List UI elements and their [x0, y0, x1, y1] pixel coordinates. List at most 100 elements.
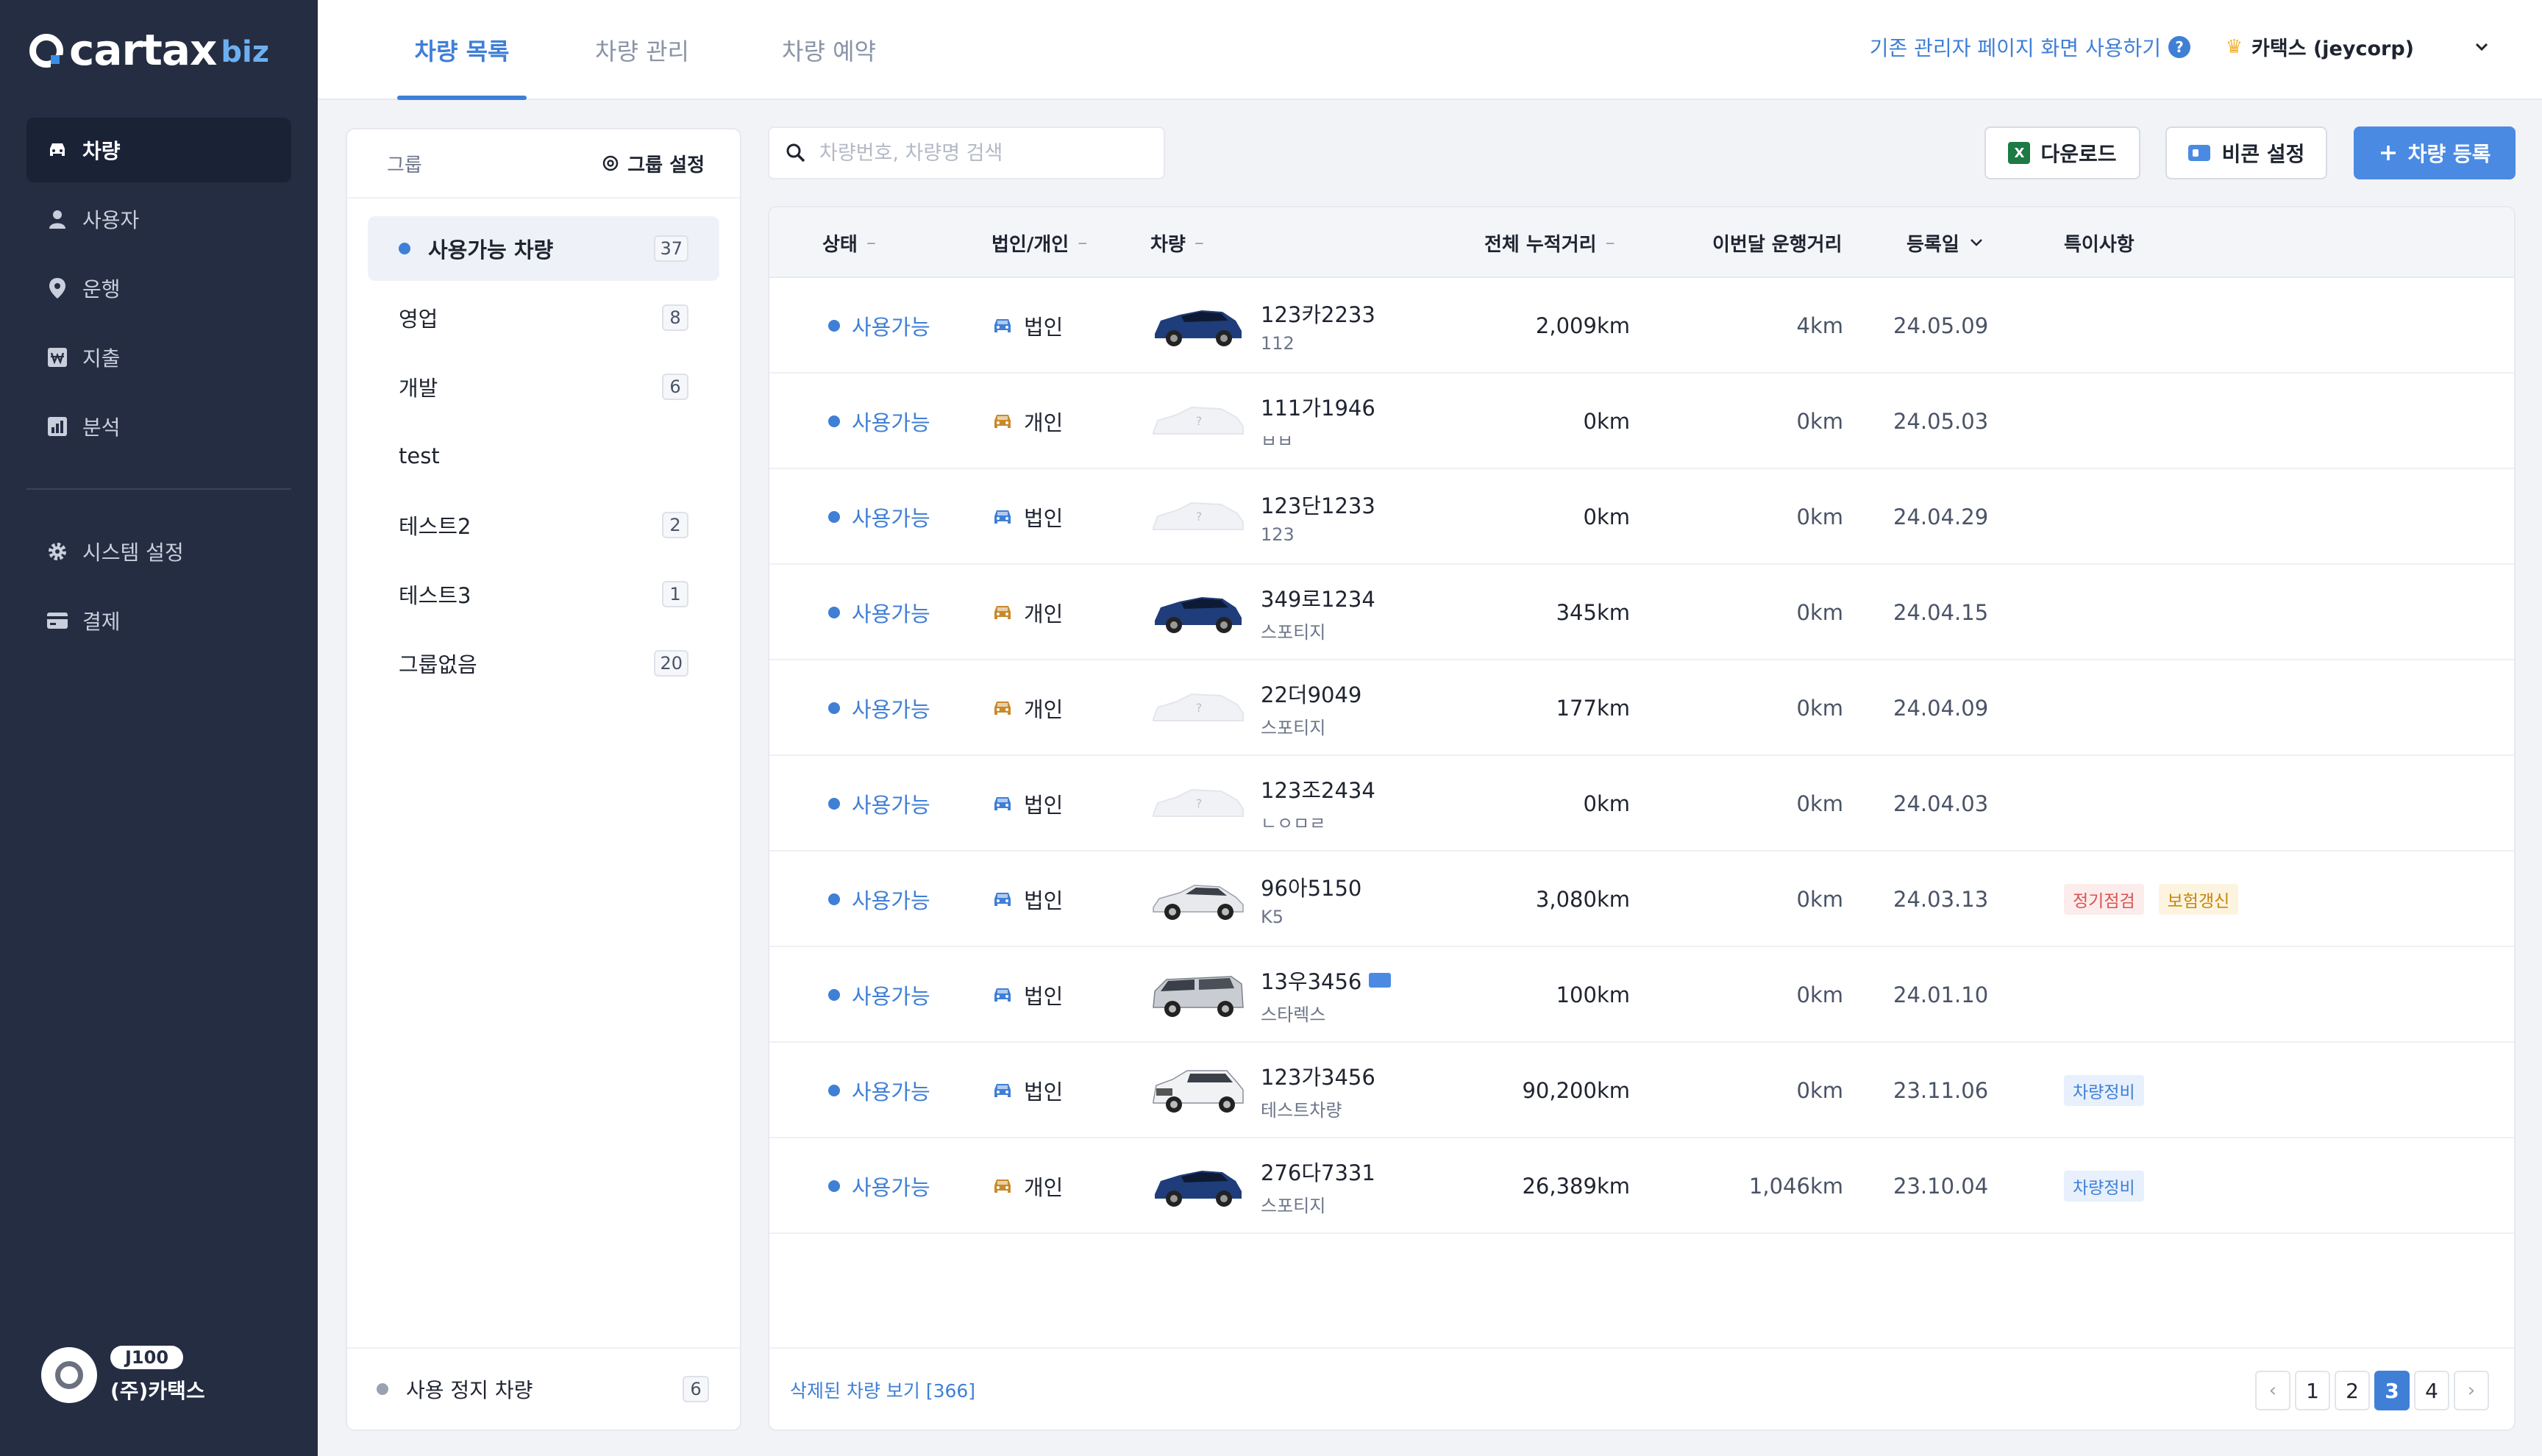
column-month-distance[interactable]: 이번달 운행거리: [1712, 207, 1843, 278]
deleted-vehicles-link[interactable]: 삭제된 차량 보기 [366]: [790, 1349, 975, 1430]
status-label: 사용가능: [852, 410, 930, 435]
status-dot: [828, 607, 840, 618]
group-item-test2[interactable]: 테스트2 2: [368, 493, 719, 557]
table-row[interactable]: 사용가능 법인 13우3456 스타렉스 100km 0km 24.01.10: [769, 947, 2514, 1043]
column-status[interactable]: 상태 –: [822, 207, 876, 278]
vehicle-model: 스포티지: [1261, 717, 1326, 738]
group-item-available[interactable]: 사용가능 차량 37: [368, 216, 719, 281]
status-cell: 사용가능: [828, 660, 930, 756]
page-1[interactable]: 1: [2295, 1371, 2330, 1410]
download-button[interactable]: X 다운로드: [1984, 126, 2140, 179]
sidebar-item-trips[interactable]: 운행: [26, 256, 291, 321]
status-label: 사용가능: [852, 315, 930, 340]
vehicle-cell[interactable]: ? 111가1946 ㅂㅂ: [1150, 374, 1375, 469]
owner-type-cell: 개인: [991, 660, 1063, 756]
vehicle-thumbnail: ?: [1150, 391, 1261, 452]
vehicle-cell[interactable]: ? 123단1233 123: [1150, 469, 1375, 565]
won-icon: [47, 347, 68, 368]
table-row[interactable]: 사용가능 법인? 123조2434 ㄴㅇㅁㄹ 0km 0km 24.04.03: [769, 756, 2514, 852]
prev-page-button[interactable]: ‹: [2255, 1371, 2290, 1410]
vehicle-cell[interactable]: 349로1234 스포티지: [1150, 565, 1375, 660]
table-row[interactable]: 사용가능 개인? 22더9049 스포티지 177km 0km 24.04.09: [769, 660, 2514, 756]
status-cell: 사용가능: [828, 565, 930, 660]
sidebar-item-expenses[interactable]: 지출: [26, 325, 291, 390]
vehicle-thumbnail: ?: [1150, 774, 1261, 835]
vehicle-thumbnail: [1150, 296, 1261, 357]
vehicle-cell[interactable]: ? 22더9049 스포티지: [1150, 660, 1361, 756]
table-row[interactable]: 사용가능 개인 349로1234 스포티지 345km 0km 24.04.15: [769, 565, 2514, 660]
help-icon[interactable]: ?: [2168, 36, 2190, 58]
group-item-sales[interactable]: 영업 8: [368, 285, 719, 350]
logo-mark-icon: [29, 34, 64, 68]
owner-type-cell: 법인: [991, 278, 1063, 374]
sidebar-account[interactable]: J100 (주)카택스: [41, 1346, 205, 1405]
group-settings-button[interactable]: 그룹 설정: [601, 150, 705, 177]
table-row[interactable]: 사용가능 개인? 111가1946 ㅂㅂ 0km 0km 24.05.03: [769, 374, 2514, 469]
owner-type-cell: 개인: [991, 565, 1063, 660]
column-owner-type[interactable]: 법인/개인 –: [991, 207, 1087, 278]
status-cell: 사용가능: [828, 469, 930, 565]
register-vehicle-button[interactable]: 차량 등록: [2354, 126, 2516, 179]
page-2[interactable]: 2: [2335, 1371, 2370, 1410]
vehicle-cell[interactable]: 276다7331 스포티지: [1150, 1138, 1375, 1234]
total-distance-cell: 0km: [1583, 791, 1631, 816]
status-cell: 사용가능: [828, 947, 930, 1043]
tab-vehicle-reservation[interactable]: 차량 예약: [781, 0, 877, 100]
tab-vehicle-list[interactable]: 차량 목록: [397, 0, 527, 100]
sidebar-item-system-settings[interactable]: 시스템 설정: [26, 519, 291, 584]
group-item-test3[interactable]: 테스트3 1: [368, 562, 719, 627]
sidebar-item-payment[interactable]: 결제: [26, 588, 291, 653]
vehicle-cell[interactable]: 123카2233 112: [1150, 278, 1375, 374]
tab-vehicle-management[interactable]: 차량 관리: [594, 0, 690, 100]
column-registered-date[interactable]: 등록일: [1906, 207, 1984, 278]
vehicle-cell[interactable]: 96아5150 K5: [1150, 852, 1361, 947]
account-menu[interactable]: ♛ 카택스 (jeycorp): [2226, 32, 2491, 61]
column-vehicle[interactable]: 차량 –: [1150, 207, 1204, 278]
vehicle-table: 상태 – 법인/개인 – 차량 – 전체 누적거리 – 이번달 운행거리 등록일 특이사…: [768, 206, 2516, 1431]
month-distance-cell: 0km: [1796, 600, 1844, 625]
owner-type-cell: 법인: [991, 756, 1063, 852]
table-row[interactable]: 사용가능 법인? 123단1233 123 0km 0km 24.04.29: [769, 469, 2514, 565]
group-item-no-group[interactable]: 그룹없음 20: [368, 631, 719, 696]
group-item-test[interactable]: test: [368, 424, 719, 488]
table-row[interactable]: 사용가능 법인 123가3456 테스트차량 90,200km 0km 23.11.06 차량…: [769, 1043, 2514, 1138]
search-input[interactable]: [819, 141, 1143, 165]
car-icon: [994, 988, 1011, 1002]
logo-text: cartax: [69, 25, 217, 75]
sidebar-item-vehicles[interactable]: 차량: [26, 118, 291, 182]
owner-type-label: 법인: [1024, 1079, 1064, 1105]
vehicle-cell[interactable]: ? 123조2434 ㄴㅇㅁㄹ: [1150, 756, 1375, 852]
chevron-down-icon[interactable]: [2473, 38, 2491, 56]
total-distance-cell: 177km: [1556, 696, 1630, 721]
pagination: ‹ 1 2 3 4 ›: [2251, 1371, 2489, 1410]
month-distance-cell: 0km: [1796, 504, 1844, 529]
column-total-distance[interactable]: 전체 누적거리 –: [1484, 207, 1615, 278]
status-label: 사용가능: [852, 793, 930, 818]
table-row[interactable]: 사용가능 개인 276다7331 스포티지 26,389km 1,046km 23.10.0…: [769, 1138, 2514, 1234]
page-3[interactable]: 3: [2374, 1371, 2410, 1410]
vehicle-cell[interactable]: 13우3456 스타렉스: [1150, 947, 1392, 1043]
next-page-button[interactable]: ›: [2454, 1371, 2489, 1410]
table-row[interactable]: 사용가능 법인 123카2233 112 2,009km 4km 24.05.09: [769, 278, 2514, 374]
status-cell: 사용가능: [828, 374, 930, 469]
status-dot: [828, 1085, 840, 1096]
group-item-suspended[interactable]: 사용 정지 차량 6: [347, 1347, 740, 1430]
legacy-admin-label: 기존 관리자 페이지 화면 사용하기: [1869, 36, 2161, 60]
cartax-biz-logo[interactable]: cartax biz: [29, 29, 269, 71]
registered-date-cell: 24.01.10: [1893, 982, 1989, 1007]
sidebar-item-analytics[interactable]: 분석: [26, 394, 291, 459]
vehicle-plate: 13우3456: [1261, 968, 1362, 994]
beacon-settings-button[interactable]: 비콘 설정: [2165, 126, 2327, 179]
beacon-label: 비콘 설정: [2221, 142, 2305, 166]
page-4[interactable]: 4: [2414, 1371, 2449, 1410]
notes-cell: 차량정비: [2064, 1138, 2159, 1234]
vehicle-cell[interactable]: 123가3456 테스트차량: [1150, 1043, 1375, 1138]
month-distance-cell: 0km: [1796, 1078, 1844, 1103]
group-item-dev[interactable]: 개발 6: [368, 354, 719, 419]
total-distance-cell: 0km: [1583, 504, 1631, 529]
sidebar-item-users[interactable]: 사용자: [26, 187, 291, 251]
month-distance-cell: 4km: [1796, 313, 1844, 338]
legacy-admin-link[interactable]: 기존 관리자 페이지 화면 사용하기 ?: [1870, 32, 2190, 62]
vehicle-search[interactable]: [768, 126, 1165, 179]
table-row[interactable]: 사용가능 법인 96아5150 K5 3,080km 0km 24.03.13 정기점검 보험갱…: [769, 852, 2514, 947]
